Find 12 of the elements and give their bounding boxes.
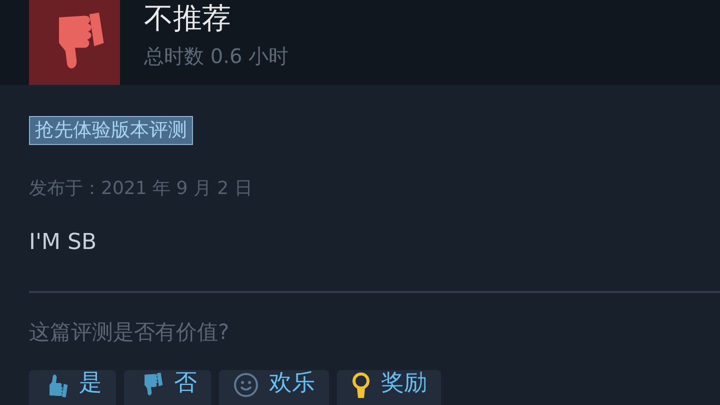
no-button[interactable]: 否 bbox=[124, 370, 211, 405]
medal-icon bbox=[351, 372, 371, 400]
review-text: I'M SB bbox=[29, 228, 98, 257]
yes-button[interactable]: 是 bbox=[29, 370, 116, 405]
funny-button[interactable]: 欢乐 bbox=[219, 370, 329, 405]
smiley-icon bbox=[233, 372, 259, 398]
verdict-title: 不推荐 bbox=[144, 4, 232, 33]
early-access-badge: 抢先体验版本评测 bbox=[29, 116, 193, 145]
playtime-text: 总时数 0.6 小时 bbox=[144, 43, 289, 70]
award-button[interactable]: 奖励 bbox=[337, 370, 441, 405]
helpful-question: 这篇评测是否有价值? bbox=[29, 318, 230, 346]
posted-date: 发布于：2021 年 9 月 2 日 bbox=[29, 176, 254, 201]
